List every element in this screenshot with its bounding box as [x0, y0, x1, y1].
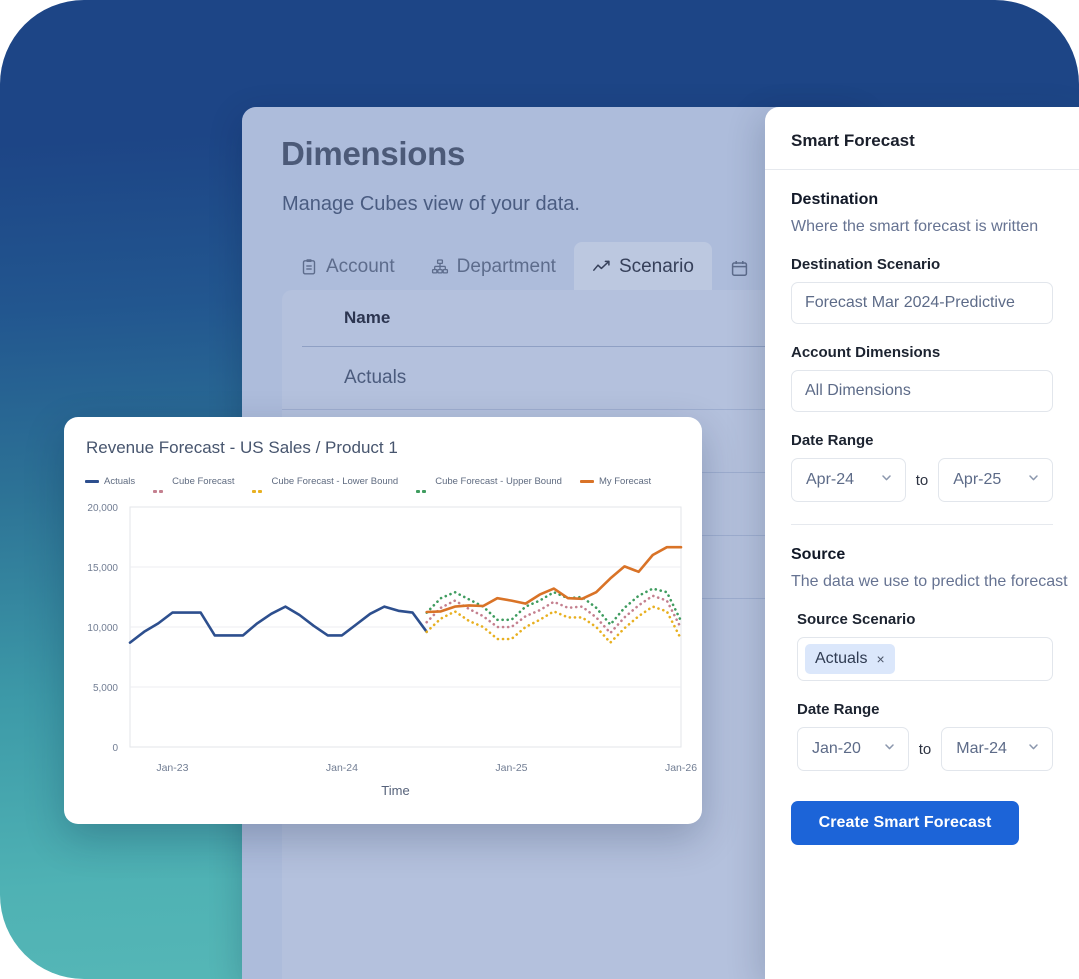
- legend-label: Cube Forecast - Lower Bound: [271, 476, 399, 487]
- destination-date-to-label: to: [915, 471, 929, 489]
- revenue-forecast-chart-card: Revenue Forecast - US Sales / Product 1 …: [64, 417, 702, 824]
- close-icon[interactable]: ×: [876, 651, 884, 667]
- table-cell-name: Actuals: [344, 367, 407, 388]
- destination-heading: Destination: [791, 191, 879, 208]
- y-tick-label: 0: [112, 743, 118, 754]
- y-tick-label: 5,000: [93, 683, 118, 694]
- chevron-down-icon: [1027, 471, 1040, 489]
- tab-account-label: Account: [326, 256, 395, 277]
- x-tick-label: Jan-24: [326, 762, 358, 774]
- account-dimensions-input[interactable]: All Dimensions: [791, 370, 1053, 412]
- source-date-from-value: Jan-20: [812, 740, 861, 757]
- chart-title: Revenue Forecast - US Sales / Product 1: [86, 438, 398, 457]
- destination-date-to-select[interactable]: Apr-25: [938, 458, 1053, 502]
- source-date-range-row: Jan-20 to Mar-24: [797, 727, 1053, 771]
- tab-scenario[interactable]: Scenario: [573, 242, 712, 292]
- destination-date-to-value: Apr-25: [953, 471, 1002, 488]
- legend-swatch: [85, 480, 99, 483]
- destination-date-from-value: Apr-24: [806, 471, 855, 488]
- forecast-panel-title: Smart Forecast: [791, 131, 915, 150]
- tab-department[interactable]: Department: [413, 242, 574, 292]
- legend-label: My Forecast: [598, 476, 652, 487]
- legend-item: Cube Forecast - Lower Bound: [252, 476, 399, 493]
- clipboard-icon: [300, 258, 318, 276]
- destination-date-range-row: Apr-24 to Apr-25: [791, 458, 1053, 502]
- x-tick-label: Jan-26: [665, 762, 697, 774]
- legend-item: Cube Forecast: [153, 476, 235, 493]
- screenshot-root: Dimensions Manage Cubes view of your dat…: [0, 0, 1079, 979]
- page-title: Dimensions: [281, 135, 466, 172]
- section-divider: [791, 524, 1053, 525]
- legend-swatch: [153, 480, 167, 493]
- chart-legend: Actuals Cube Forecast Cube Forecast - Lowe…: [85, 476, 652, 493]
- source-scenario-chip-label: Actuals: [815, 650, 868, 667]
- source-date-from-select[interactable]: Jan-20: [797, 727, 909, 771]
- line-chart-icon: [592, 258, 611, 277]
- legend-swatch: [252, 480, 266, 493]
- source-date-range-label: Date Range: [797, 701, 880, 718]
- tab-scenario-label: Scenario: [618, 256, 694, 277]
- source-scenario-input[interactable]: Actuals ×: [797, 637, 1053, 681]
- destination-description: Where the smart forecast is written: [791, 218, 1039, 235]
- org-chart-icon: [431, 258, 449, 276]
- tab-calendar[interactable]: [712, 245, 763, 292]
- legend-label: Cube Forecast - Upper Bound: [435, 476, 562, 487]
- account-dimensions-label: Account Dimensions: [791, 344, 941, 361]
- y-tick-label: 15,000: [87, 563, 118, 574]
- dimension-tabs: Account Department Scenario: [282, 242, 763, 292]
- legend-label: Actuals: [104, 476, 136, 487]
- legend-swatch: [579, 480, 594, 483]
- source-date-to-select[interactable]: Mar-24: [941, 727, 1053, 771]
- destination-scenario-label: Destination Scenario: [791, 256, 941, 273]
- calendar-icon: [730, 259, 749, 278]
- source-scenario-chip[interactable]: Actuals ×: [805, 644, 895, 674]
- chevron-down-icon: [880, 471, 893, 489]
- smart-forecast-panel: Smart Forecast Destination Where the sma…: [765, 107, 1079, 979]
- chart-plot: 0 5,000 10,000 15,000 20,000 Jan-23 Jan-24 Jan-…: [87, 503, 697, 798]
- chevron-down-icon: [883, 740, 896, 758]
- destination-date-from-select[interactable]: Apr-24: [791, 458, 906, 502]
- x-tick-label: Jan-25: [495, 762, 527, 774]
- y-tick-label: 10,000: [87, 623, 118, 634]
- source-fields: Source Scenario Actuals × Date Range Jan…: [791, 611, 1053, 771]
- destination-date-range-label: Date Range: [791, 432, 874, 449]
- y-tick-label: 20,000: [87, 503, 118, 514]
- forecast-panel-body: Destination Where the smart forecast is …: [765, 191, 1079, 845]
- legend-swatch: [416, 480, 430, 493]
- x-tick-label: Jan-23: [156, 762, 188, 774]
- source-description: The data we use to predict the forecast: [791, 573, 1068, 590]
- legend-label: Cube Forecast: [172, 476, 235, 487]
- legend-item: Cube Forecast - Upper Bound: [416, 476, 562, 493]
- source-scenario-label: Source Scenario: [797, 611, 916, 628]
- legend-item: My Forecast: [579, 476, 652, 487]
- source-date-to-label: to: [918, 740, 932, 758]
- forecast-panel-header: Smart Forecast: [765, 107, 1079, 151]
- legend-item: Actuals: [85, 476, 135, 487]
- destination-scenario-input[interactable]: Forecast Mar 2024-Predictive: [791, 282, 1053, 324]
- create-smart-forecast-button[interactable]: Create Smart Forecast: [791, 801, 1019, 845]
- page-subtitle: Manage Cubes view of your data.: [282, 193, 580, 215]
- header-divider: [765, 169, 1079, 170]
- x-axis-label: Time: [381, 783, 409, 798]
- source-heading: Source: [791, 546, 846, 563]
- column-header-name: Name: [344, 308, 391, 327]
- chevron-down-icon: [1027, 740, 1040, 758]
- source-date-to-value: Mar-24: [956, 740, 1007, 757]
- tab-department-label: Department: [456, 256, 556, 277]
- tab-account[interactable]: Account: [282, 242, 413, 292]
